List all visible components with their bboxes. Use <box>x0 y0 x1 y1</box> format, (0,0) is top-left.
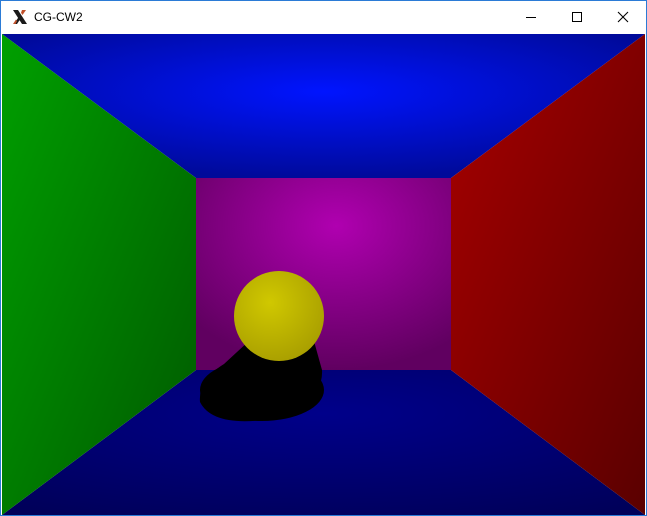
maximize-icon <box>572 12 582 22</box>
close-icon <box>617 11 629 23</box>
app-window: CG-CW2 <box>0 0 647 516</box>
sphere <box>234 271 324 361</box>
sphere-shadow-ellipse <box>200 359 324 421</box>
minimize-icon <box>526 17 536 18</box>
render-viewport[interactable] <box>2 34 645 515</box>
x-app-icon <box>11 8 29 26</box>
title-bar[interactable]: CG-CW2 <box>1 1 646 33</box>
maximize-button[interactable] <box>554 1 600 33</box>
minimize-button[interactable] <box>508 1 554 33</box>
window-title: CG-CW2 <box>34 10 83 24</box>
close-button[interactable] <box>600 1 646 33</box>
back-wall <box>196 178 451 370</box>
